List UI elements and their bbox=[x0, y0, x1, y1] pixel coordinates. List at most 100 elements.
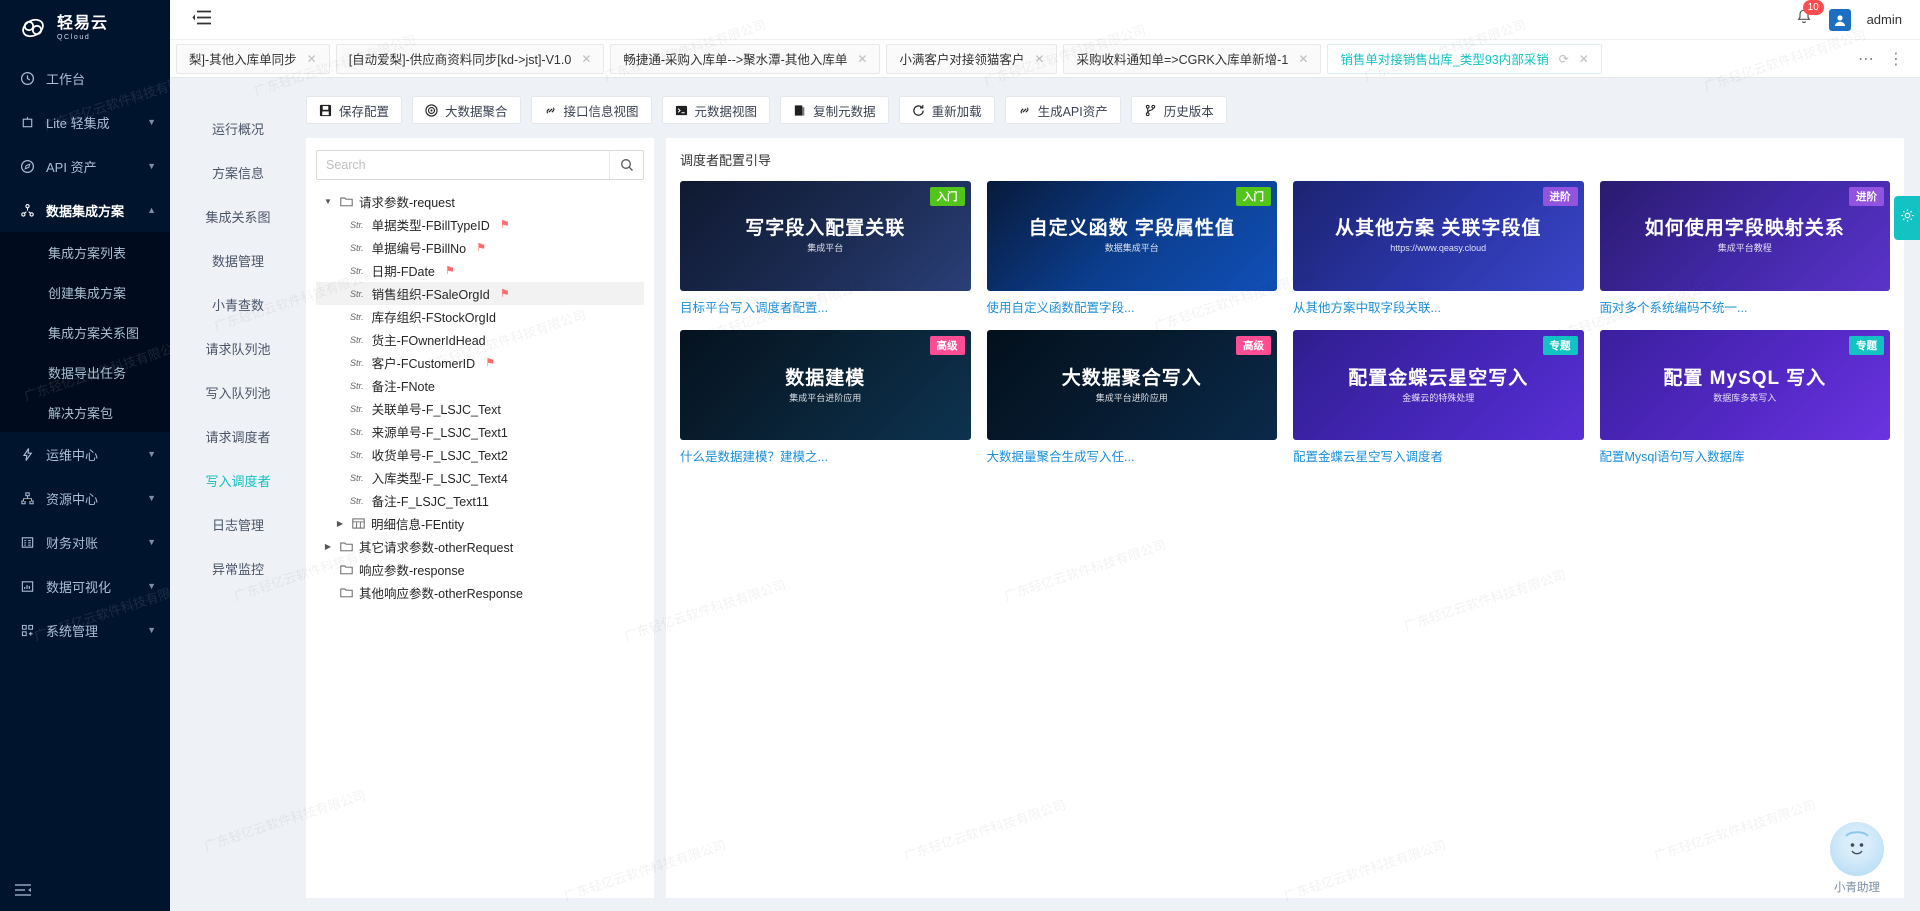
chevron-right-icon[interactable]: ▶ bbox=[322, 542, 334, 551]
guide-card[interactable]: 如何使用字段映射关系 集成平台教程 进阶 面对多个系统编码不统一... bbox=[1599, 181, 1891, 316]
sidebar-subitem-export-task[interactable]: 数据导出任务 bbox=[0, 352, 170, 392]
guide-card[interactable]: 数据建模 集成平台进阶应用 高级 什么是数据建模？建模之... bbox=[680, 330, 971, 465]
submenu-item-write-queue[interactable]: 写入队列池 bbox=[170, 370, 306, 414]
guide-card[interactable]: 配置 MySQL 写入 数据库多表写入 专题 配置Mysql语句写入数据库 bbox=[1599, 330, 1891, 465]
search-icon[interactable] bbox=[609, 151, 643, 179]
sidebar-item-visualization[interactable]: 数据可视化 ▼ bbox=[0, 564, 170, 608]
close-icon[interactable]: ✕ bbox=[307, 52, 317, 66]
tree-node-other-response[interactable]: ▶ 其他响应参数-otherResponse bbox=[316, 581, 644, 604]
tree-node-field[interactable]: Str. 备注-FNote bbox=[316, 374, 644, 397]
folder-icon bbox=[340, 541, 353, 552]
sidebar-subitem-scheme-list[interactable]: 集成方案列表 bbox=[0, 232, 170, 272]
tree-node-field[interactable]: Str. 客户-FCustomerID ⚑ bbox=[316, 351, 644, 374]
card-caption[interactable]: 大数据量聚合生成写入任... bbox=[987, 449, 1278, 465]
close-icon[interactable]: ✕ bbox=[857, 52, 867, 66]
chevron-right-icon[interactable]: ▶ bbox=[334, 519, 346, 528]
tree-node-other-request[interactable]: ▶ 其它请求参数-otherRequest bbox=[316, 535, 644, 558]
reload-button[interactable]: 重新加载 bbox=[898, 96, 995, 124]
card-caption[interactable]: 使用自定义函数配置字段... bbox=[987, 300, 1278, 316]
submenu-item-write-scheduler[interactable]: 写入调度者 bbox=[170, 458, 306, 502]
big-data-aggregate-button[interactable]: 大数据聚合 bbox=[412, 96, 521, 124]
sidebar-subitem-scheme-graph[interactable]: 集成方案关系图 bbox=[0, 312, 170, 352]
sidebar-item-api[interactable]: API 资产 ▼ bbox=[0, 144, 170, 188]
tree-node-field[interactable]: Str. 关联单号-F_LSJC_Text bbox=[316, 397, 644, 420]
chevron-down-icon[interactable]: ▼ bbox=[322, 197, 334, 206]
tab-item-active[interactable]: 销售单对接销售出库_类型93内部采销 ⟳ ✕ bbox=[1327, 43, 1602, 74]
close-icon[interactable]: ✕ bbox=[1034, 52, 1044, 66]
flag-icon: ⚑ bbox=[499, 288, 510, 300]
metadata-view-button[interactable]: 元数据视图 bbox=[661, 96, 771, 124]
sidebar-item-lite[interactable]: Lite 轻集成 ▼ bbox=[0, 100, 170, 144]
tree-node-field[interactable]: Str. 日期-FDate ⚑ bbox=[316, 259, 644, 282]
button-label: 接口信息视图 bbox=[563, 104, 639, 119]
notification-bell-icon[interactable]: 10 bbox=[1795, 0, 1824, 31]
submenu-item-overview[interactable]: 运行概况 bbox=[170, 106, 306, 150]
guide-card[interactable]: 自定义函数 字段属性值 数据集成平台 入门 使用自定义函数配置字段... bbox=[986, 181, 1278, 316]
sidebar-item-workbench[interactable]: 工作台 bbox=[0, 56, 170, 100]
menu-collapse-icon[interactable] bbox=[192, 10, 212, 30]
tree-node-field[interactable]: Str. 来源单号-F_LSJC_Text1 bbox=[316, 420, 644, 443]
guide-card[interactable]: 写字段入配置关联 集成平台 入门 目标平台写入调度者配置... bbox=[680, 181, 971, 316]
submenu-item-request-queue[interactable]: 请求队列池 bbox=[170, 326, 306, 370]
sidebar-subitem-create-scheme[interactable]: 创建集成方案 bbox=[0, 272, 170, 312]
sidebar-item-finance[interactable]: 财务对账 ▼ bbox=[0, 520, 170, 564]
close-icon[interactable]: ✕ bbox=[1298, 52, 1308, 66]
card-caption[interactable]: 面对多个系统编码不统一... bbox=[1600, 300, 1891, 316]
tab-item[interactable]: 采购收料通知单=>CGRK入库单新增-1 ✕ bbox=[1063, 43, 1322, 74]
close-icon[interactable]: ✕ bbox=[581, 52, 591, 66]
settings-float-button[interactable] bbox=[1894, 196, 1920, 240]
tree-node-field[interactable]: Str. 单据类型-FBillTypeID ⚑ bbox=[316, 213, 644, 236]
tree-node-field[interactable]: Str. 备注-F_LSJC_Text11 bbox=[316, 489, 644, 512]
sidebar-item-system[interactable]: 系统管理 ▼ bbox=[0, 608, 170, 652]
sidebar-item-resource-center[interactable]: 资源中心 ▼ bbox=[0, 476, 170, 520]
submenu-item-query[interactable]: 小青查数 bbox=[170, 282, 306, 326]
tree-node-response[interactable]: ▶ 响应参数-response bbox=[316, 558, 644, 581]
card-caption[interactable]: 目标平台写入调度者配置... bbox=[680, 300, 971, 316]
tab-item[interactable]: 畅捷通-采购入库单-->聚水潭-其他入库单 ✕ bbox=[610, 43, 881, 74]
api-info-view-button[interactable]: 接口信息视图 bbox=[530, 96, 652, 124]
submenu-item-data-management[interactable]: 数据管理 bbox=[170, 238, 306, 282]
guide-card[interactable]: 配置金蝶云星空写入 金蝶云的特殊处理 专题 配置金蝶云星空写入调度者 bbox=[1293, 330, 1584, 465]
search-box[interactable] bbox=[316, 150, 644, 180]
sidebar-item-ops-center[interactable]: 运维中心 ▼ bbox=[0, 432, 170, 476]
tree-node-field[interactable]: Str. 收货单号-F_LSJC_Text2 bbox=[316, 443, 644, 466]
card-caption[interactable]: 从其他方案中取字段关联... bbox=[1293, 300, 1584, 316]
copy-metadata-button[interactable]: 复制元数据 bbox=[780, 96, 889, 124]
brand-logo[interactable]: 轻易云 QCloud bbox=[0, 0, 170, 56]
card-caption[interactable]: 配置金蝶云星空写入调度者 bbox=[1293, 449, 1584, 465]
tree-node-field[interactable]: Str. 单据编号-FBillNo ⚑ bbox=[316, 236, 644, 259]
tree-node-field[interactable]: Str. 库存组织-FStockOrgId bbox=[316, 305, 644, 328]
search-input[interactable] bbox=[317, 151, 609, 179]
card-caption[interactable]: 配置Mysql语句写入数据库 bbox=[1600, 449, 1891, 465]
submenu-item-label: 运行概况 bbox=[211, 121, 264, 137]
sidebar-collapse-button[interactable] bbox=[14, 883, 32, 901]
tree-node-field[interactable]: Str. 货主-FOwnerIdHead bbox=[316, 328, 644, 351]
tree-node-entity[interactable]: ▶ 明细信息-FEntity bbox=[316, 512, 644, 535]
save-config-button[interactable]: 保存配置 bbox=[306, 96, 403, 124]
card-caption[interactable]: 什么是数据建模？建模之... bbox=[680, 449, 971, 465]
sidebar-subitem-solution-package[interactable]: 解决方案包 bbox=[0, 392, 170, 432]
tab-item[interactable]: [自动爱梨]-供应商资料同步[kd->jst]-V1.0 ✕ bbox=[335, 43, 605, 74]
tab-item[interactable]: 小满客户对接领猫客户 ✕ bbox=[886, 43, 1058, 74]
submenu-item-scheme-info[interactable]: 方案信息 bbox=[170, 150, 306, 194]
submenu-item-exception-monitor[interactable]: 异常监控 bbox=[170, 546, 306, 590]
tree-node-field[interactable]: Str. 入库类型-F_LSJC_Text4 bbox=[316, 466, 644, 489]
more-vertical-icon[interactable]: ⋮ bbox=[1888, 49, 1904, 69]
assistant-widget[interactable]: 小青助理 bbox=[1820, 822, 1894, 895]
more-horizontal-icon[interactable]: ⋯ bbox=[1858, 49, 1874, 69]
submenu-item-log-management[interactable]: 日志管理 bbox=[170, 502, 306, 546]
user-name[interactable]: admin bbox=[1867, 12, 1902, 27]
sidebar-item-data-integration[interactable]: 数据集成方案 ▲ bbox=[0, 188, 170, 232]
generate-api-asset-button[interactable]: 生成API资产 bbox=[1004, 96, 1121, 124]
submenu-item-request-scheduler[interactable]: 请求调度者 bbox=[170, 414, 306, 458]
avatar[interactable] bbox=[1828, 8, 1851, 31]
submenu-item-relation-graph[interactable]: 集成关系图 bbox=[170, 194, 306, 238]
guide-card[interactable]: 大数据聚合写入 集成平台进阶应用 高级 大数据量聚合生成写入任... bbox=[986, 330, 1278, 465]
close-icon[interactable]: ✕ bbox=[1579, 52, 1589, 66]
history-version-button[interactable]: 历史版本 bbox=[1130, 96, 1227, 124]
guide-card[interactable]: 从其他方案 关联字段值 https://www.qeasy.cloud 进阶 从其… bbox=[1293, 181, 1584, 316]
reload-icon[interactable]: ⟳ bbox=[1559, 52, 1569, 66]
tree-node-field-selected[interactable]: Str. 销售组织-FSaleOrgId ⚑ bbox=[316, 282, 644, 305]
tree-node-request[interactable]: ▼ 请求参数-request bbox=[316, 190, 644, 213]
tab-item[interactable]: 梨]-其他入库单同步 ✕ bbox=[176, 43, 330, 74]
